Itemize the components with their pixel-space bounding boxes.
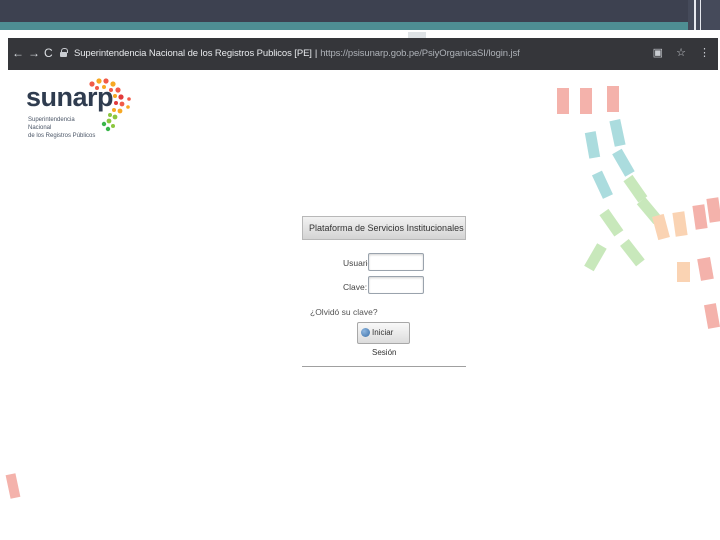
slide-header-bar bbox=[0, 0, 720, 22]
logo-wordmark: sunarp bbox=[26, 82, 114, 112]
browser-actions: ▣ ☆ ⋮ bbox=[643, 46, 710, 59]
deco-tile bbox=[557, 88, 569, 114]
star-icon[interactable]: ☆ bbox=[676, 47, 686, 59]
deco-tile bbox=[5, 473, 21, 499]
back-arrow-icon[interactable]: ← bbox=[12, 46, 24, 60]
browser-toolbar: ← → C Superintendencia Nacional de los R… bbox=[8, 38, 718, 70]
deco-tile bbox=[636, 197, 662, 225]
menu-dots-icon[interactable]: ⋮ bbox=[699, 47, 710, 59]
url-text: https://psisunarp.gob.pe/PsiyOrganicaSI/… bbox=[320, 48, 520, 59]
logo-subtitle-line: Superintendencia Nacional bbox=[28, 117, 75, 131]
slide-accent-stripe bbox=[0, 22, 720, 30]
forgot-password-link[interactable]: ¿Olvidó su clave? bbox=[310, 307, 378, 317]
sunarp-logo: sunarp Superintendencia Nacional de los … bbox=[26, 78, 136, 152]
lock-icon[interactable] bbox=[60, 48, 68, 57]
address-bar[interactable]: Superintendencia Nacional de los Registr… bbox=[74, 48, 520, 59]
panel-title: Plataforma de Servicios Institucionales bbox=[302, 216, 466, 240]
panel-divider bbox=[302, 366, 466, 367]
login-button-label: Iniciar Sesión bbox=[372, 328, 397, 357]
deco-tile bbox=[612, 148, 635, 177]
password-label: Clave: bbox=[343, 282, 368, 292]
login-button[interactable]: Iniciar Sesión bbox=[357, 322, 410, 357]
deco-tile bbox=[580, 88, 592, 114]
deco-tile bbox=[697, 256, 714, 281]
site-identity: Superintendencia Nacional de los Registr… bbox=[74, 48, 312, 59]
forward-arrow-icon[interactable]: → bbox=[28, 46, 40, 60]
deco-tile bbox=[706, 197, 720, 223]
deco-tile bbox=[677, 262, 690, 282]
bookmark-page-icon[interactable]: ▣ bbox=[653, 47, 663, 59]
reload-icon[interactable]: C bbox=[44, 46, 53, 60]
logo-subtitle-line: de los Registros Públicos bbox=[28, 133, 96, 139]
login-globe-icon bbox=[361, 328, 370, 337]
password-input[interactable] bbox=[368, 276, 424, 294]
deco-tile bbox=[599, 208, 624, 237]
deco-tile bbox=[704, 303, 720, 329]
deco-tile bbox=[652, 213, 670, 241]
slide-corner-decoration bbox=[688, 0, 720, 30]
deco-tile bbox=[692, 204, 708, 230]
deco-tile bbox=[607, 86, 619, 112]
deco-tile bbox=[584, 243, 607, 272]
deco-tile bbox=[623, 174, 648, 203]
deco-tile bbox=[672, 211, 688, 237]
username-input[interactable] bbox=[368, 253, 424, 271]
deco-tile bbox=[609, 119, 626, 147]
deco-tile bbox=[584, 131, 601, 159]
logo-subtitle: Superintendencia Nacional de los Registr… bbox=[28, 116, 98, 140]
deco-tile bbox=[620, 239, 645, 267]
deco-tile bbox=[591, 170, 613, 199]
url-separator: | bbox=[314, 48, 318, 59]
login-panel: Plataforma de Servicios Institucionales … bbox=[302, 216, 466, 367]
